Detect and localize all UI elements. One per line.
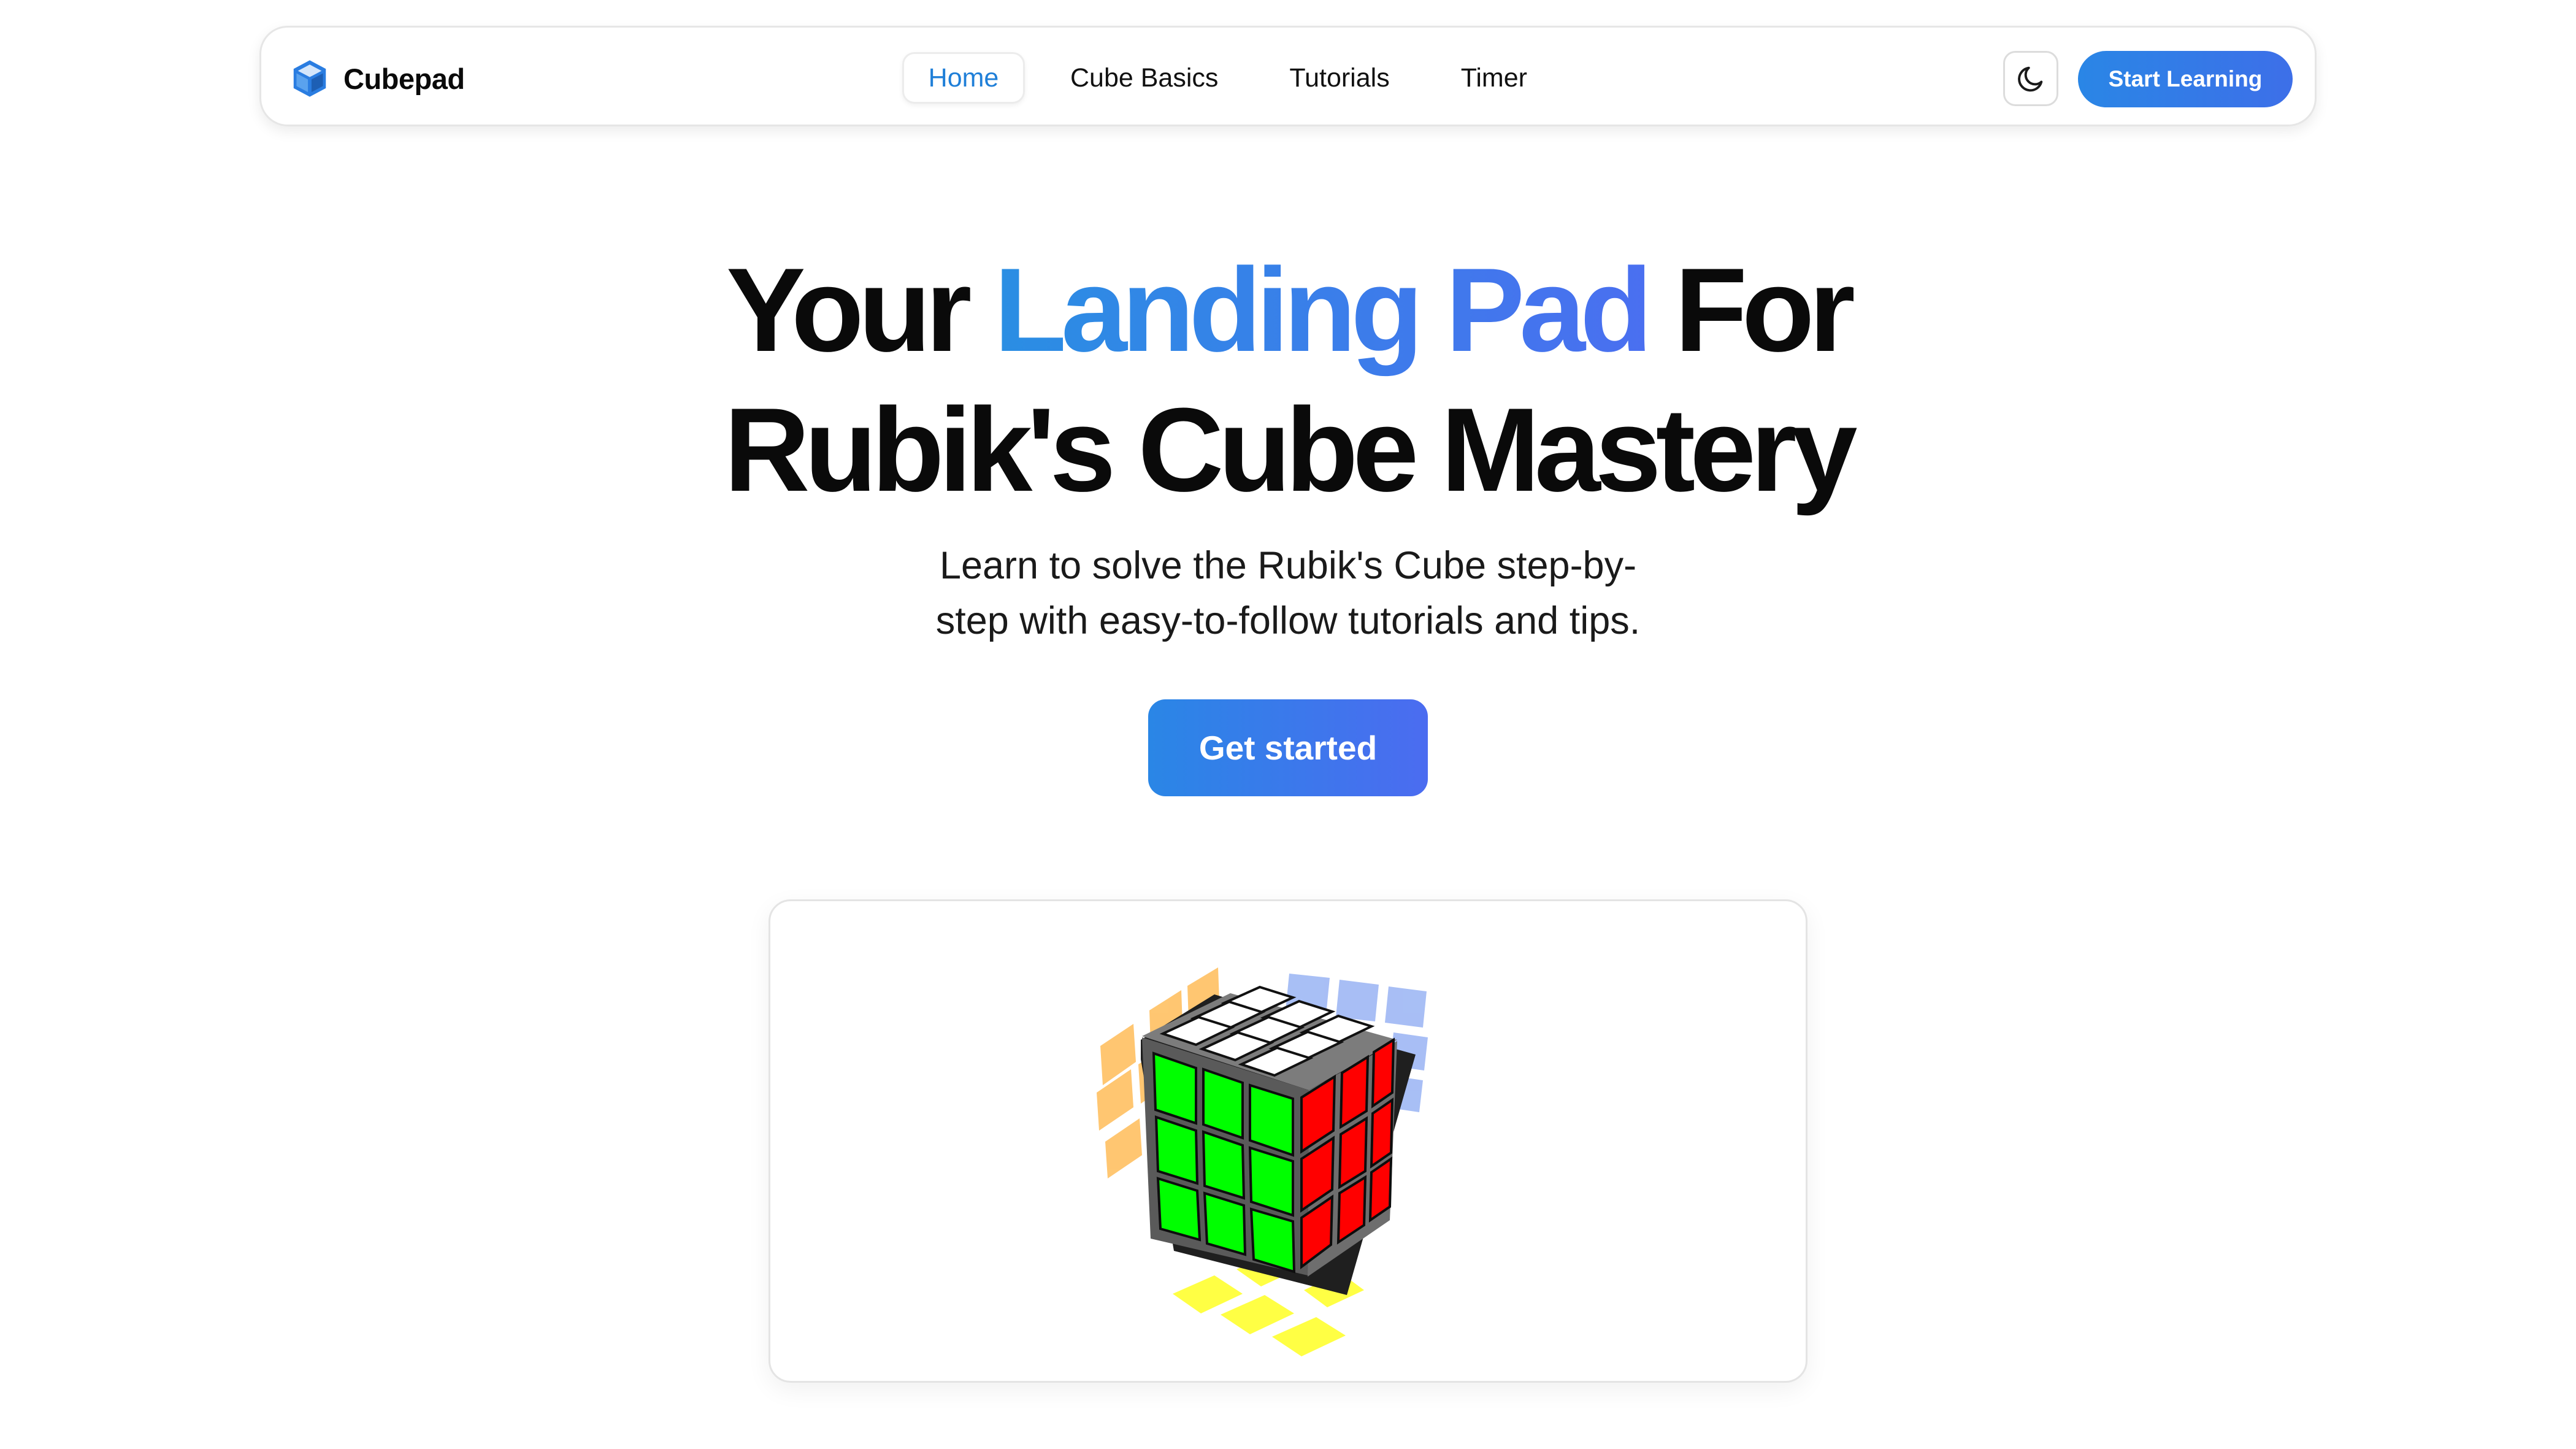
hero-title-highlight: Landing Pad bbox=[994, 244, 1653, 377]
top-navbar: Cubepad Home Cube Basics Tutorials Timer… bbox=[259, 26, 2317, 126]
hero-title-prefix: Your bbox=[726, 244, 994, 377]
brand-name: Cubepad bbox=[343, 62, 465, 95]
get-started-button[interactable]: Get started bbox=[1148, 699, 1428, 796]
brand[interactable]: Cubepad bbox=[288, 57, 465, 100]
moon-icon bbox=[2018, 66, 2043, 92]
theme-toggle-button[interactable] bbox=[2003, 51, 2058, 106]
nav-link-cube-basics[interactable]: Cube Basics bbox=[1070, 52, 1218, 104]
hero-title-line2: Rubik's Cube Mastery bbox=[724, 383, 1857, 517]
hero-title-suffix: For bbox=[1647, 244, 1855, 377]
rubiks-cube-illustration[interactable] bbox=[770, 901, 1807, 1383]
start-learning-button[interactable]: Start Learning bbox=[2078, 51, 2293, 107]
nav-link-tutorials[interactable]: Tutorials bbox=[1289, 52, 1389, 104]
cube-logo-icon bbox=[293, 60, 326, 97]
nav-link-timer[interactable]: Timer bbox=[1461, 52, 1527, 104]
hero-subtitle-line1: Learn to solve the Rubik's Cube step-by- bbox=[939, 544, 1637, 587]
hero-subtitle-line2: step with easy-to-follow tutorials and t… bbox=[935, 599, 1641, 642]
main-nav: Home Cube Basics Tutorials Timer bbox=[902, 52, 1527, 104]
nav-link-home[interactable]: Home bbox=[902, 52, 1025, 104]
hero-subtitle: Learn to solve the Rubik's Cube step-by-… bbox=[859, 538, 1717, 648]
hero-title: Your Landing Pad For Rubik's Cube Master… bbox=[0, 240, 2576, 520]
cube-preview-card bbox=[769, 899, 1807, 1383]
